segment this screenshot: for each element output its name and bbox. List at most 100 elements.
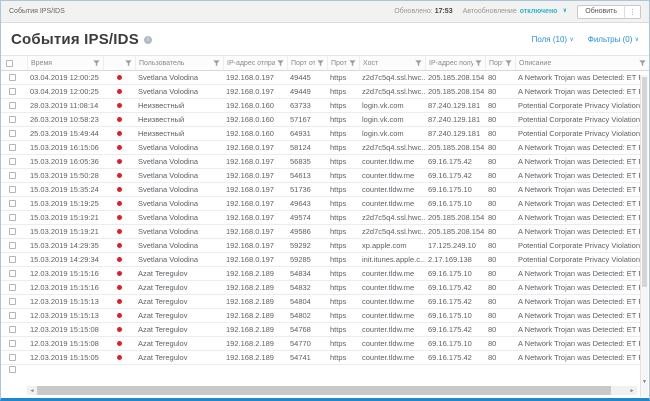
vertical-scrollbar[interactable]: ▼ xyxy=(640,75,648,397)
scroll-left-icon[interactable]: ◄ xyxy=(27,388,37,394)
table-row[interactable]: 12.03.2019 15:15:16 Azat Teregulov 192.1… xyxy=(1,267,641,281)
filter-icon[interactable] xyxy=(213,60,220,67)
filter-icon[interactable] xyxy=(415,60,422,67)
table-row[interactable]: 15.03.2019 15:19:21 Svetlana Volodina 19… xyxy=(1,225,641,239)
row-checkbox[interactable] xyxy=(9,214,16,221)
updated-status: Обновлено: 17:53 xyxy=(394,8,452,15)
severity-dot-icon xyxy=(116,271,122,276)
row-checkbox[interactable] xyxy=(9,366,16,373)
horizontal-scrollbar[interactable]: ◄ ► xyxy=(27,386,637,395)
row-checkbox[interactable] xyxy=(9,256,16,263)
table-row[interactable]: 15.03.2019 14:29:34 Svetlana Volodina 19… xyxy=(1,253,641,267)
scroll-down-icon[interactable]: ▼ xyxy=(641,379,648,385)
table-row[interactable]: 12.03.2019 15:15:08 Azat Teregulov 192.1… xyxy=(1,323,641,337)
autorefresh-control[interactable]: Автообновление отключено ∨ xyxy=(463,8,568,15)
chevron-down-icon[interactable]: ∨ xyxy=(562,8,567,14)
row-checkbox[interactable] xyxy=(9,298,16,305)
column-header-dst-ip[interactable]: IP-адрес получат... xyxy=(425,56,485,70)
filter-icon[interactable] xyxy=(505,60,512,67)
table-row[interactable]: 15.03.2019 15:19:21 Svetlana Volodina 19… xyxy=(1,211,641,225)
table-row[interactable]: 03.04.2019 12:00:25 Svetlana Volodina 19… xyxy=(1,85,641,99)
table-row[interactable]: 12.03.2019 15:15:13 Azat Teregulov 192.1… xyxy=(1,309,641,323)
table-row[interactable]: 28.03.2019 11:08:14 Неизвестный 192.168.… xyxy=(1,99,641,113)
cell-severity xyxy=(103,225,135,238)
row-checkbox[interactable] xyxy=(9,312,16,319)
cell-host: z2d7c5q4.ssl.hwc... xyxy=(362,227,425,236)
vertical-scrollbar-thumb[interactable] xyxy=(642,77,647,287)
column-header-src-ip[interactable]: IP-адрес отпра... xyxy=(223,56,287,70)
cell-severity xyxy=(103,169,135,182)
column-header-time[interactable]: Время xyxy=(27,56,103,70)
filter-icon[interactable] xyxy=(639,60,646,67)
autorefresh-value[interactable]: отключено xyxy=(520,8,558,15)
filter-icon[interactable] xyxy=(317,60,324,67)
table-row[interactable]: 26.03.2019 10:58:23 Неизвестный 192.168.… xyxy=(1,113,641,127)
column-header-dst-port[interactable]: Порт ... xyxy=(485,56,515,70)
row-checkbox[interactable] xyxy=(9,130,16,137)
cell-description: A Network Trojan was Detected: ET F xyxy=(518,269,641,278)
info-icon[interactable]: i xyxy=(143,35,152,44)
cell-dst-port: 80 xyxy=(488,115,497,124)
table-row[interactable]: 15.03.2019 16:15:06 Svetlana Volodina 19… xyxy=(1,141,641,155)
refresh-button[interactable]: Обновить xyxy=(578,5,624,18)
table-row[interactable]: 15.03.2019 15:19:25 Svetlana Volodina 19… xyxy=(1,197,641,211)
fields-dropdown[interactable]: Поля (10) ∨ xyxy=(532,35,574,44)
row-checkbox[interactable] xyxy=(9,242,16,249)
column-header-user[interactable]: Пользователь xyxy=(135,56,223,70)
row-checkbox[interactable] xyxy=(9,200,16,207)
table-row[interactable]: 12.03.2019 15:15:08 Azat Teregulov 192.1… xyxy=(1,337,641,351)
select-all-checkbox[interactable] xyxy=(6,59,13,67)
column-header-src-port[interactable]: Порт отправит... xyxy=(287,56,327,70)
table-row[interactable]: 15.03.2019 14:29:35 Svetlana Volodina 19… xyxy=(1,239,641,253)
kebab-menu-icon[interactable]: ⋮ xyxy=(624,5,640,18)
row-checkbox[interactable] xyxy=(9,172,16,179)
column-header-host[interactable]: Хост xyxy=(359,56,425,70)
table-row[interactable]: 12.03.2019 15:15:05 Azat Teregulov 192.1… xyxy=(1,351,641,365)
table-row[interactable]: 15.03.2019 15:35:24 Svetlana Volodina 19… xyxy=(1,183,641,197)
row-checkbox[interactable] xyxy=(9,88,16,95)
cell-src-port: 58124 xyxy=(290,143,311,152)
row-checkbox[interactable] xyxy=(9,144,16,151)
scroll-right-icon[interactable]: ► xyxy=(627,388,637,394)
row-checkbox[interactable] xyxy=(9,158,16,165)
cell-time: 15.03.2019 14:29:35 xyxy=(30,241,99,250)
top-bar: События IPS/IDS Обновлено: 17:53 Автообно… xyxy=(1,1,649,23)
row-checkbox[interactable] xyxy=(9,354,16,361)
filter-icon[interactable] xyxy=(93,60,100,67)
table-row[interactable]: 15.03.2019 16:05:36 Svetlana Volodina 19… xyxy=(1,155,641,169)
table-row[interactable]: 12.03.2019 15:15:13 Azat Teregulov 192.1… xyxy=(1,295,641,309)
row-checkbox[interactable] xyxy=(9,116,16,123)
table-row[interactable]: 25.03.2019 15:49:44 Неизвестный 192.168.… xyxy=(1,127,641,141)
row-checkbox[interactable] xyxy=(9,326,16,333)
cell-description: A Network Trojan was Detected: ET F xyxy=(518,143,641,152)
table-row[interactable]: 12.03.2019 15:15:16 Azat Teregulov 192.1… xyxy=(1,281,641,295)
row-checkbox[interactable] xyxy=(9,228,16,235)
filter-icon[interactable] xyxy=(125,60,132,67)
filter-icon[interactable] xyxy=(349,60,356,67)
cell-description: A Network Trojan was Detected: ET F xyxy=(518,227,641,236)
table-row[interactable]: 03.04.2019 12:00:25 Svetlana Volodina 19… xyxy=(1,71,641,85)
column-header-protocol[interactable]: Проток... xyxy=(327,56,359,70)
table-row[interactable]: 15.03.2019 15:50:28 Svetlana Volodina 19… xyxy=(1,169,641,183)
row-checkbox[interactable] xyxy=(9,340,16,347)
cell-user: Неизвестный xyxy=(138,129,185,138)
filter-icon[interactable] xyxy=(475,60,482,67)
cell-dst-ip: 69.16.175.10 xyxy=(428,339,472,348)
row-checkbox[interactable] xyxy=(9,284,16,291)
column-header-severity[interactable] xyxy=(103,56,135,70)
cell-protocol: https xyxy=(330,185,347,194)
row-checkbox[interactable] xyxy=(9,74,16,81)
horizontal-scrollbar-thumb[interactable] xyxy=(37,386,611,395)
severity-dot-icon xyxy=(116,103,122,108)
severity-dot-icon xyxy=(116,327,122,332)
row-checkbox[interactable] xyxy=(9,270,16,277)
cell-time: 12.03.2019 15:15:16 xyxy=(30,283,99,292)
breadcrumb[interactable]: События IPS/IDS xyxy=(9,8,65,15)
cell-host: counter.tldw.me xyxy=(362,199,415,208)
column-header-description[interactable]: Описание xyxy=(515,56,649,70)
cell-time: 15.03.2019 15:19:25 xyxy=(30,199,99,208)
row-checkbox[interactable] xyxy=(9,102,16,109)
row-checkbox[interactable] xyxy=(9,186,16,193)
filters-dropdown[interactable]: Фильтры (0) ∨ xyxy=(588,35,639,44)
filter-icon[interactable] xyxy=(277,60,284,67)
